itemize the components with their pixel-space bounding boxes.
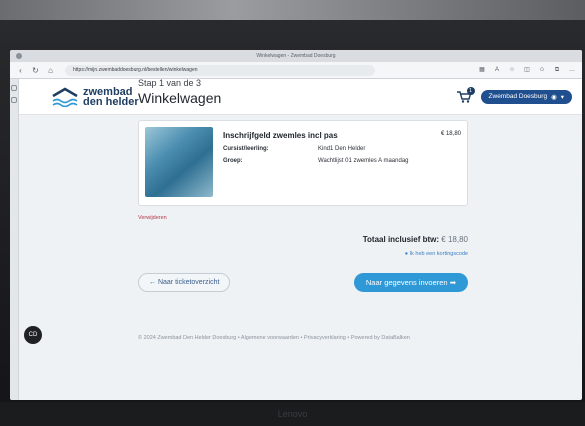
favorites-icon[interactable]: ✩ (538, 66, 546, 74)
continue-button[interactable]: Naar gegevens invoeren ➡ (353, 273, 468, 292)
collections-icon[interactable]: ⧉ (553, 66, 561, 74)
cart-item-price: € 18,80 (440, 131, 461, 137)
logo-text: zwembad den helder (83, 85, 139, 108)
user-icon: ◉ (551, 93, 557, 101)
arrow-right-icon: ➡ (449, 278, 456, 287)
split-screen-icon[interactable]: ◫ (523, 66, 531, 74)
browser-tab-title[interactable]: Winkelwagen - Zwembad Doesburg (256, 53, 335, 59)
continue-button-label: Naar gegevens invoeren (365, 278, 448, 287)
chat-widget-button[interactable]: CD (24, 326, 42, 344)
student-value: Kind1 Den Helder (318, 146, 366, 152)
back-arrow-icon[interactable]: ‹ (16, 66, 25, 75)
laptop-brand-logo: Lenovo (0, 402, 585, 426)
checkout-actions: ← Naar ticketoverzicht Naar gegevens inv… (138, 273, 468, 292)
sidebar-tab-icon[interactable] (11, 97, 17, 103)
account-label: Zwembad Doesburg (488, 93, 548, 100)
group-label: Groep: (223, 158, 243, 164)
tag-icon: ● (404, 251, 409, 257)
swim-lesson-thumbnail (145, 127, 213, 197)
cart-item-header: Inschrijfgeld zwemles incl pas € 18,80 (223, 131, 461, 140)
cart-item-row-group: Groep: Wachtlijst 01 zwemles A maandag (223, 158, 461, 164)
cart-item-row-student: Cursist/leerling: Kind1 Den Helder (223, 146, 461, 152)
total-label: Totaal inclusief btw: (362, 235, 440, 244)
page-title: Winkelwagen (138, 90, 222, 106)
chevron-down-icon: ▾ (560, 93, 564, 101)
student-label: Cursist/leerling: (223, 146, 269, 152)
order-total: Totaal inclusief btw: € 18,80 (138, 235, 468, 244)
favorite-star-icon[interactable]: ☆ (508, 66, 516, 74)
refresh-icon[interactable]: ↻ (31, 66, 40, 75)
site-footer: © 2024 Zwembad Den Helder Doesburg • Alg… (138, 335, 410, 341)
cart-item-name: Inschrijfgeld zwemles incl pas (223, 131, 338, 140)
settings-more-icon[interactable]: … (568, 66, 576, 74)
group-value: Wachtlijst 01 zwemles A maandag (318, 158, 409, 164)
grid-icon[interactable]: ▦ (478, 66, 486, 74)
address-bar[interactable]: https://mijn.zwembaddoesburg.nl/bestelle… (65, 64, 375, 76)
logo-line-1: zwembad (83, 85, 133, 98)
wave-house-icon (52, 87, 78, 107)
remove-item-link[interactable]: Verwijderen (138, 215, 468, 221)
logo-line-2: den helder (83, 95, 139, 108)
sidebar-tab-icon[interactable] (11, 85, 17, 91)
coupon-label: Ik heb een kortingscode (409, 251, 468, 257)
header-actions: 1 Zwembad Doesburg ◉ ▾ (456, 86, 572, 104)
back-to-tickets-button[interactable]: ← Naar ticketoverzicht (138, 273, 231, 292)
browser-extension-icons: ▦ A ☆ ◫ ✩ ⧉ … (478, 66, 576, 74)
background-scene (0, 0, 585, 20)
browser-titlebar: Winkelwagen - Zwembad Doesburg (10, 50, 582, 62)
step-indicator: Stap 1 van de 3 (138, 78, 202, 88)
browser-sidebar (10, 79, 19, 400)
account-button[interactable]: Zwembad Doesburg ◉ ▾ (480, 89, 572, 104)
site-logo[interactable]: zwembad den helder (51, 85, 139, 108)
read-aloud-icon[interactable]: A (493, 66, 501, 74)
back-button-label: Naar ticketoverzicht (157, 279, 220, 286)
tab-icon[interactable] (16, 53, 22, 59)
arrow-left-icon: ← (149, 279, 156, 286)
cart-item-details: Inschrijfgeld zwemles incl pas € 18,80 C… (223, 127, 461, 199)
total-value: € 18,80 (441, 235, 468, 244)
cart-item-card: Inschrijfgeld zwemles incl pas € 18,80 C… (138, 120, 468, 206)
checkout-main: Stap 1 van de 3 Winkelwagen Inschrijfgel… (138, 78, 468, 292)
coupon-code-link[interactable]: ● Ik heb een kortingscode (138, 251, 468, 257)
home-icon[interactable]: ⌂ (46, 66, 55, 75)
browser-toolbar: ‹ ↻ ⌂ https://mijn.zwembaddoesburg.nl/be… (10, 62, 582, 79)
